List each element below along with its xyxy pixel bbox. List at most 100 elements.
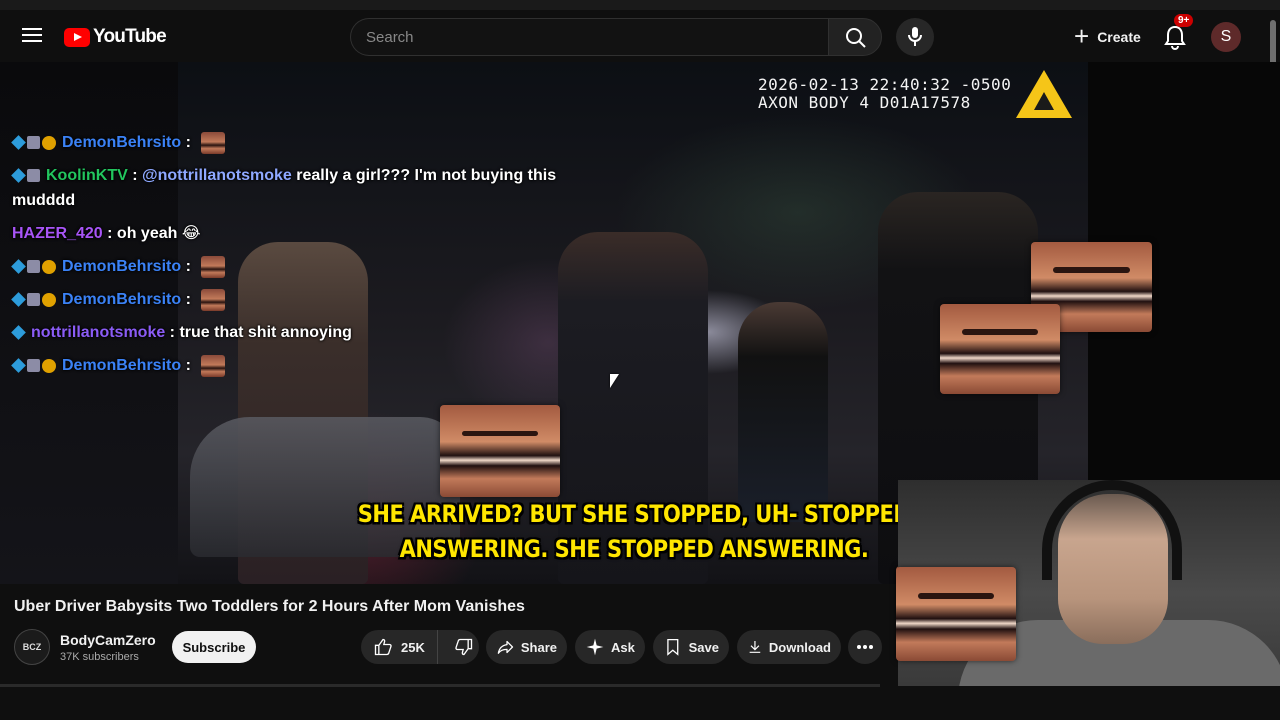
chat-message: DemonBehrsito :: [11, 254, 612, 279]
like-count: 25K: [401, 639, 425, 655]
more-actions-button[interactable]: [848, 630, 882, 664]
gray-badge-icon: [27, 259, 40, 273]
browser-top-strip: [0, 0, 1280, 10]
blue-badge-icon: [11, 291, 26, 307]
chat-text: true that shit annoying: [179, 324, 352, 341]
chat-mention: @nottrillanotsmoke: [141, 167, 292, 184]
search-box: [350, 18, 828, 56]
like-dislike-group: 25K: [361, 630, 479, 664]
chat-username: DemonBehrsito: [62, 258, 182, 275]
download-button[interactable]: Download: [737, 630, 841, 664]
bodycam-timestamp: 2026-02-13 22:40:32 -0500 AXON BODY 4 D0…: [758, 76, 1011, 112]
save-label: Save: [688, 639, 719, 655]
save-button[interactable]: Save: [653, 630, 729, 664]
gray-badge-icon: [27, 169, 40, 183]
chat-username: KoolinKTV: [46, 167, 128, 184]
search-input[interactable]: [351, 19, 828, 55]
voice-search-button[interactable]: [896, 18, 934, 56]
subscriber-count: 37K subscribers: [60, 651, 139, 663]
chat-separator: :: [127, 167, 142, 184]
chat-separator: :: [181, 291, 196, 308]
chat-username: DemonBehrsito: [62, 357, 182, 374]
sparkle-icon: [586, 638, 604, 656]
chat-emote-icon: [201, 131, 226, 154]
dislike-button[interactable]: [444, 630, 484, 664]
create-label: Create: [1097, 29, 1141, 45]
more-icon: [857, 645, 873, 649]
chat-badges: [11, 325, 26, 340]
chat-message: KoolinKTV : @nottrillanotsmoke really a …: [11, 163, 612, 213]
emote-laughing-face: [896, 567, 1016, 661]
chat-emote-icon: [201, 354, 226, 377]
chat-badges: [11, 134, 56, 150]
chat-badges: [11, 168, 40, 184]
mic-icon: [908, 27, 922, 46]
gray-badge-icon: [27, 358, 40, 372]
subscribe-button[interactable]: Subscribe: [172, 631, 256, 663]
gold-badge-icon: [42, 358, 56, 373]
chat-badges: [11, 291, 56, 307]
blue-badge-icon: [11, 258, 26, 274]
chat-separator: :: [181, 357, 196, 374]
chat-username: HAZER_420: [12, 225, 103, 242]
share-button[interactable]: Share: [486, 630, 567, 664]
timestamp-line-2: AXON BODY 4 D01A17578: [758, 93, 971, 112]
download-label: Download: [768, 639, 831, 655]
chat-message: DemonBehrsito :: [11, 353, 612, 378]
create-button[interactable]: + Create: [1064, 18, 1146, 56]
gold-badge-icon: [42, 135, 56, 150]
blue-badge-icon: [11, 325, 26, 340]
chat-separator: :: [102, 225, 117, 242]
blue-badge-icon: [11, 134, 26, 150]
ask-label: Ask: [611, 639, 635, 655]
download-icon: [749, 641, 761, 653]
gold-badge-icon: [42, 259, 56, 274]
timestamp-line-1: 2026-02-13 22:40:32 -0500: [758, 75, 1012, 94]
gold-badge-icon: [42, 292, 56, 307]
channel-avatar[interactable]: BCZ: [14, 629, 50, 665]
chat-username: DemonBehrsito: [62, 134, 182, 151]
search-button[interactable]: [828, 18, 882, 56]
masthead: YouTube + Create 9+ S: [0, 10, 1268, 62]
emote-laughing-face: [940, 304, 1060, 394]
chat-badges: [11, 357, 56, 373]
mouse-cursor: [610, 374, 619, 388]
menu-icon[interactable]: [20, 24, 44, 48]
search-icon: [846, 28, 866, 48]
account-avatar[interactable]: S: [1211, 22, 1241, 52]
chat-emote-icon: [201, 255, 226, 278]
chat-overlay: DemonBehrsito : KoolinKTV : @nottrillano…: [11, 130, 612, 386]
share-label: Share: [520, 639, 557, 655]
youtube-logo-icon: [64, 27, 90, 47]
like-button[interactable]: 25K: [361, 630, 438, 664]
video-title: Uber Driver Babysits Two Toddlers for 2 …: [14, 598, 525, 615]
logo-text: YouTube: [93, 26, 167, 47]
notification-badge: 9+: [1174, 14, 1194, 27]
chat-username: nottrillanotsmoke: [31, 324, 166, 341]
chat-message: DemonBehrsito :: [11, 287, 612, 312]
chat-message: HAZER_420 : oh yeah 😂: [12, 221, 612, 246]
chat-message: DemonBehrsito :: [11, 130, 612, 155]
emote-laughing-face: [440, 405, 560, 497]
chat-message: nottrillanotsmoke : true that shit annoy…: [11, 320, 612, 345]
youtube-logo[interactable]: YouTube: [64, 26, 167, 48]
bookmark-icon: [667, 638, 679, 656]
dislike-icon: [455, 638, 473, 656]
headset: [1042, 480, 1182, 580]
chat-separator: :: [181, 134, 196, 151]
chat-text: oh yeah 😂: [116, 225, 201, 242]
gray-badge-icon: [27, 135, 40, 149]
chat-separator: :: [181, 258, 196, 275]
blue-badge-icon: [11, 168, 26, 184]
plus-icon: +: [1074, 20, 1090, 51]
chat-emote-icon: [201, 288, 226, 311]
chat-separator: :: [165, 324, 180, 341]
blue-badge-icon: [11, 357, 26, 373]
like-icon: [374, 638, 392, 656]
ask-button[interactable]: Ask: [575, 630, 645, 664]
divider: [0, 684, 880, 687]
channel-name[interactable]: BodyCamZero: [60, 632, 156, 648]
axon-logo-inner: [1034, 92, 1054, 110]
share-icon: [497, 640, 514, 654]
gray-badge-icon: [27, 292, 40, 306]
